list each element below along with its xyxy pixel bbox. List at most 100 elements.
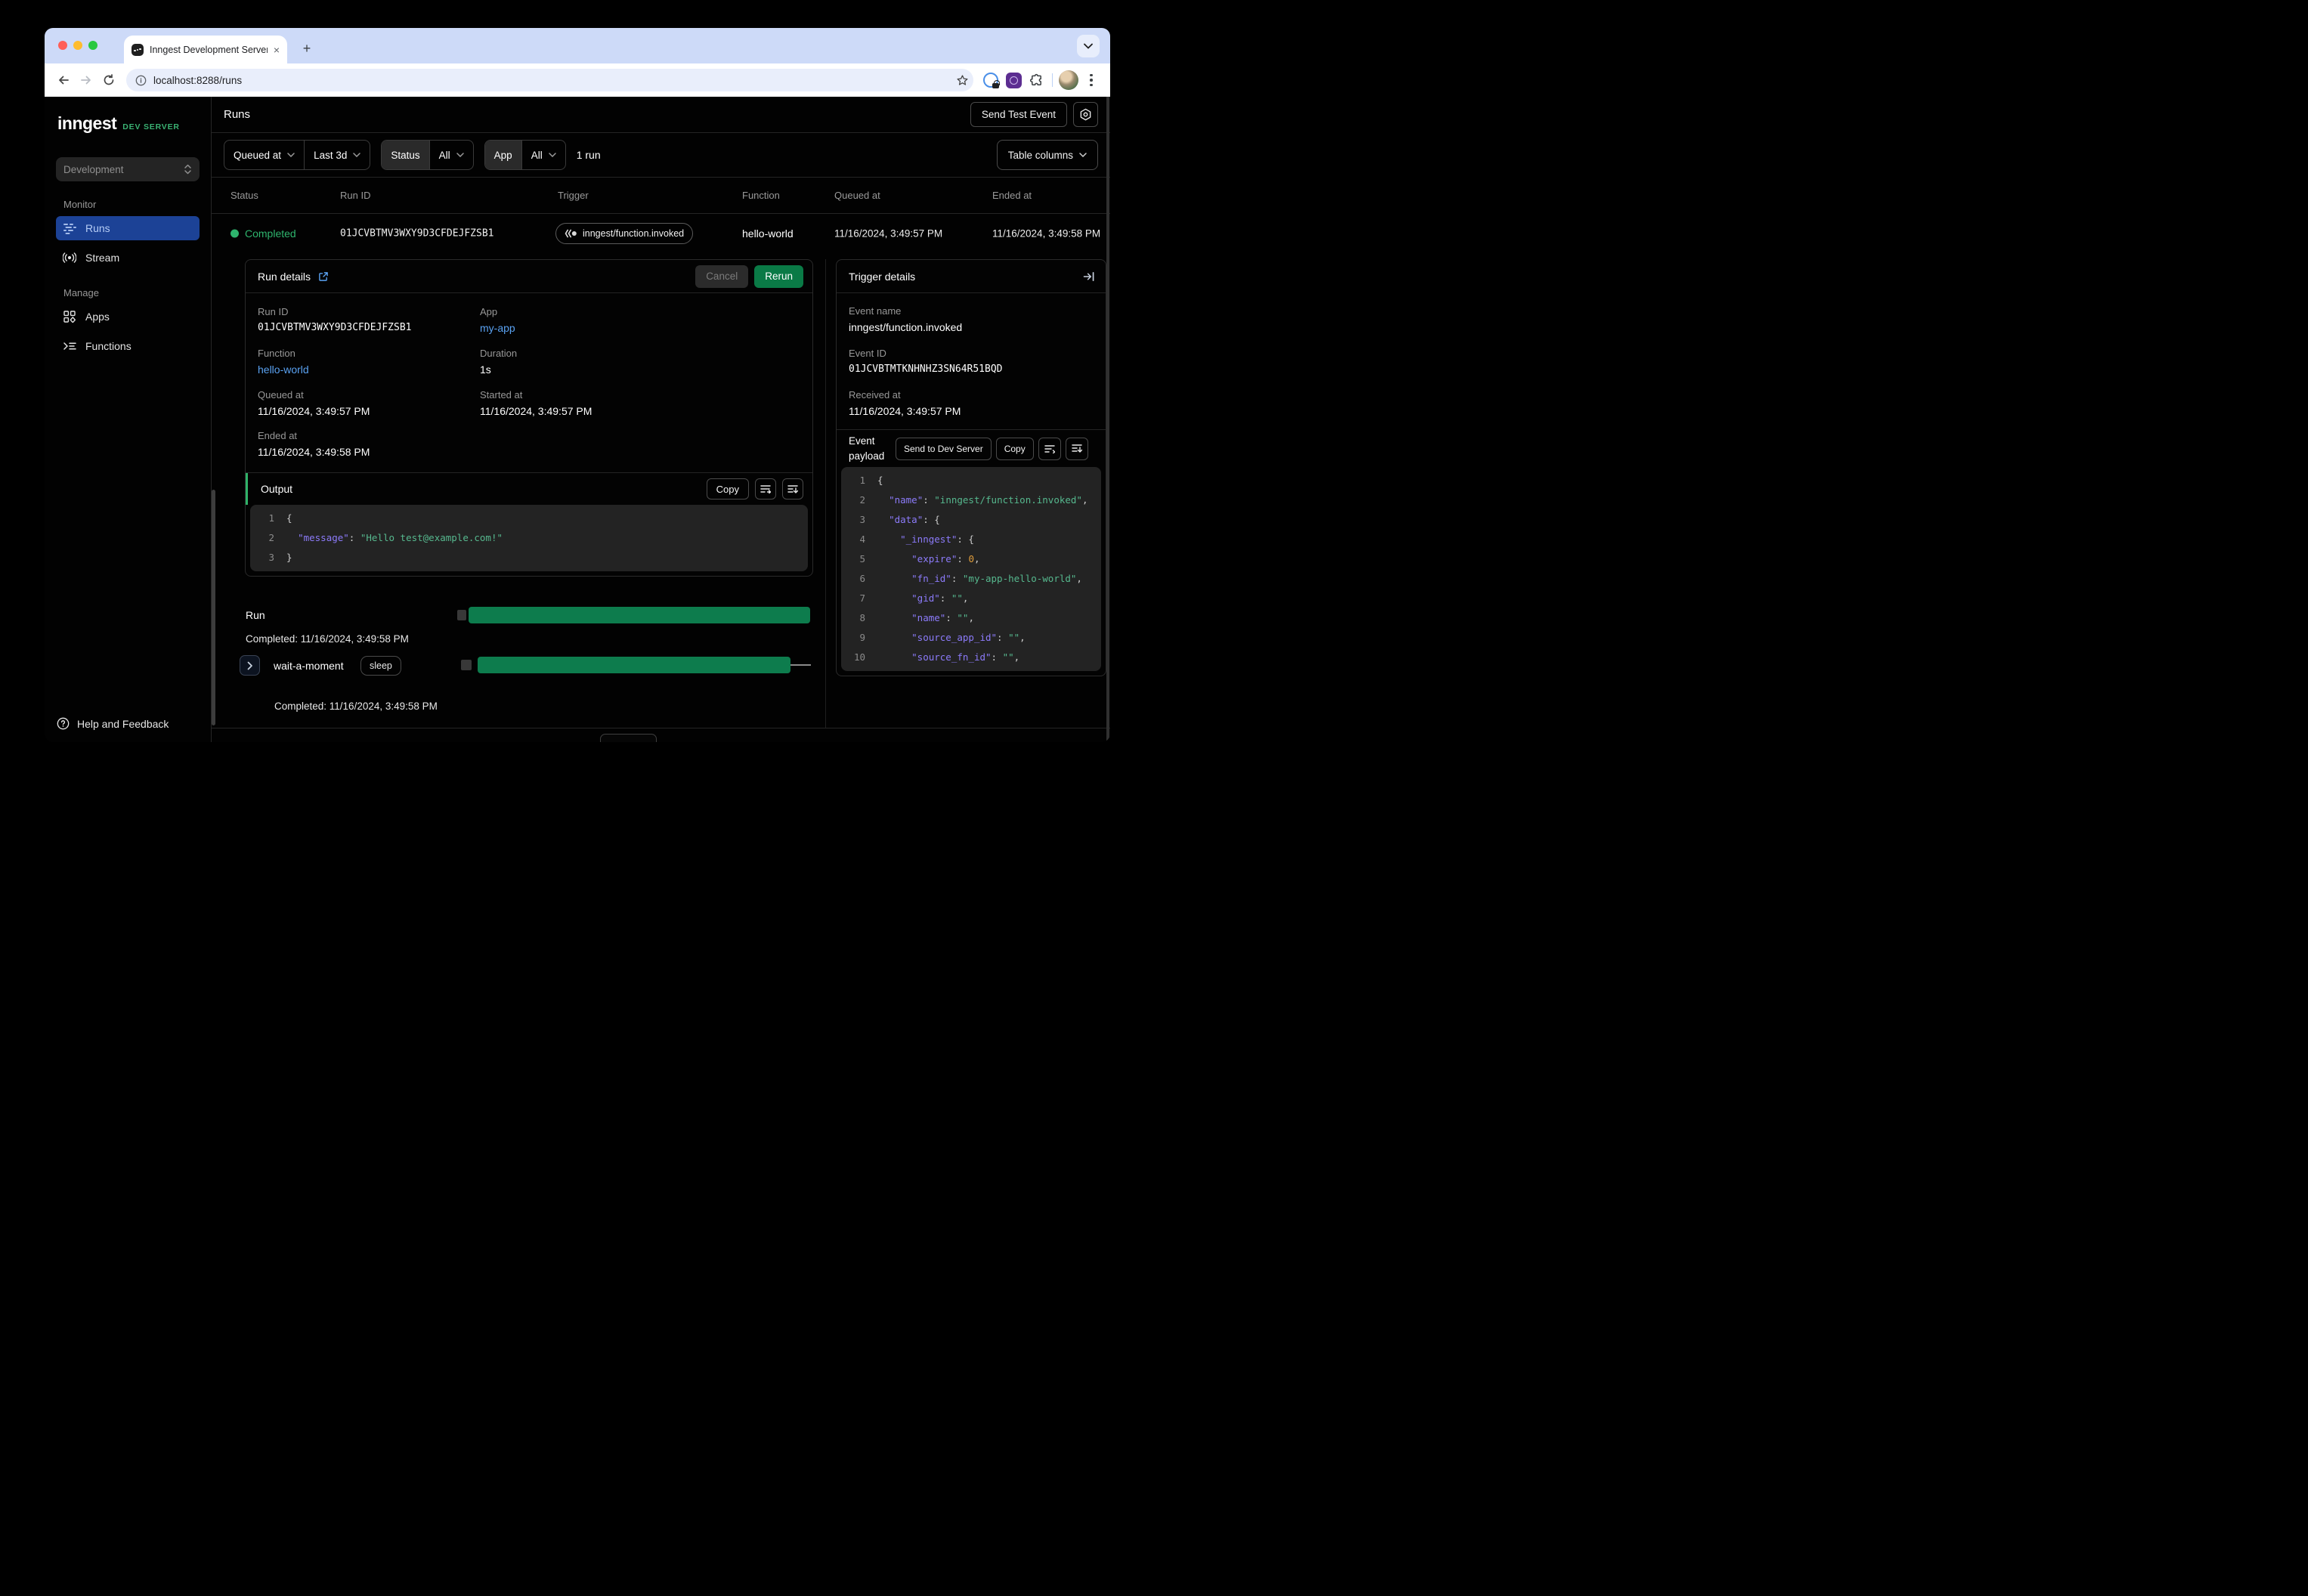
back-button[interactable]	[52, 69, 75, 91]
browser-tab[interactable]: Inngest Development Server ×	[124, 36, 287, 63]
window-controls[interactable]	[58, 41, 97, 50]
page-scrollbar[interactable]	[1106, 97, 1109, 742]
field-event-id: Event ID 01JCVBTMTKNHNHZ3SN64R51BQD	[849, 348, 1003, 375]
toolbar-divider	[1052, 73, 1053, 87]
scroll-to-bottom-button[interactable]	[782, 478, 803, 500]
run-details-title: Run details	[258, 270, 311, 283]
profile-avatar[interactable]	[1057, 69, 1080, 91]
event-payload-label: Event payload	[849, 435, 885, 462]
external-link-icon[interactable]	[318, 271, 329, 282]
payload-scroll-bottom-button[interactable]	[1065, 437, 1088, 460]
code-line: 10 "source_fn_id": "",	[853, 651, 1020, 663]
close-tab-icon[interactable]: ×	[274, 45, 280, 55]
bookmark-star-icon[interactable]	[956, 74, 969, 87]
tab-title: Inngest Development Server	[150, 44, 268, 55]
field-ended-at: Ended at 11/16/2024, 3:49:58 PM	[258, 430, 370, 459]
collapse-panel-icon[interactable]	[1083, 271, 1095, 282]
row-function: hello-world	[742, 227, 794, 240]
trigger-fields: Event name inngest/function.invoked Even…	[837, 293, 1106, 429]
puzzle-icon	[1029, 73, 1041, 85]
minimize-window-button[interactable]	[73, 41, 82, 50]
send-test-event-button[interactable]: Send Test Event	[970, 102, 1067, 127]
browser-menu-button[interactable]	[1080, 69, 1103, 91]
status-filter-select[interactable]: All	[428, 141, 473, 169]
code-line: 6 "fn_id": "my-app-hello-world",	[859, 573, 1082, 584]
trigger-pill[interactable]: inngest/function.invoked	[555, 223, 694, 244]
zoom-window-button[interactable]	[88, 41, 97, 50]
reload-button[interactable]	[97, 69, 120, 91]
time-filter-group: Queued at Last 3d	[224, 140, 371, 170]
expand-step-button[interactable]	[240, 655, 260, 676]
app-filter-value: All	[531, 149, 543, 161]
app-filter-select[interactable]: All	[521, 141, 565, 169]
word-wrap-icon	[1044, 444, 1055, 453]
time-range-filter[interactable]: Last 3d	[304, 141, 370, 169]
forward-arrow-icon	[81, 76, 91, 85]
help-and-feedback[interactable]: Help and Feedback	[57, 717, 169, 730]
password-manager-extension-icon[interactable]	[979, 69, 1002, 91]
sidebar-section-monitor: Monitor	[63, 199, 97, 210]
word-wrap-button[interactable]	[755, 478, 776, 500]
sidebar-item-apps[interactable]: Apps	[56, 305, 200, 329]
run-details-header: Run details Cancel Rerun	[246, 260, 812, 293]
status-filter-value: All	[438, 149, 450, 161]
run-details-panel: Run details Cancel Rerun Run ID 01JCVBTM…	[245, 259, 813, 577]
code-line: 2 "message": "Hello test@example.com!"	[268, 532, 503, 543]
purple-extension-icon[interactable]	[1002, 69, 1025, 91]
site-info-icon[interactable]	[135, 75, 147, 86]
main-scrollbar-thumb[interactable]	[212, 490, 215, 725]
cancel-button[interactable]: Cancel	[695, 264, 749, 288]
function-link[interactable]: hello-world	[258, 363, 480, 376]
code-line: 1{	[268, 512, 292, 524]
extensions-puzzle-icon[interactable]	[1025, 69, 1047, 91]
chevron-down-icon	[456, 153, 464, 157]
copy-payload-button[interactable]: Copy	[995, 437, 1034, 460]
footer-button-partial[interactable]	[600, 734, 657, 742]
table-columns-button[interactable]: Table columns	[996, 140, 1098, 170]
inngest-favicon-icon	[131, 43, 144, 56]
code-line: 5 "expire": 0,	[859, 553, 980, 564]
col-function: Function	[742, 190, 780, 201]
new-tab-button[interactable]: +	[297, 39, 317, 58]
step-type-badge: sleep	[360, 656, 401, 676]
col-queued-at: Queued at	[834, 190, 880, 201]
sidebar-item-label: Stream	[85, 252, 120, 264]
app-link[interactable]: my-app	[480, 322, 800, 334]
help-label: Help and Feedback	[77, 717, 169, 730]
step-duration-bar[interactable]	[478, 657, 790, 673]
forward-button[interactable]	[75, 69, 97, 91]
apps-grid-icon	[63, 311, 76, 323]
code-line: 8 "name": "",	[859, 612, 974, 623]
environment-select[interactable]: Development	[56, 157, 200, 181]
panel-divider	[825, 259, 826, 728]
sidebar-item-runs[interactable]: Runs	[56, 216, 200, 240]
event-icon	[565, 229, 577, 238]
sidebar-item-stream[interactable]: Stream	[56, 246, 200, 270]
sidebar-item-functions[interactable]: Functions	[56, 334, 200, 358]
run-duration-bar[interactable]	[469, 607, 810, 623]
address-bar[interactable]: localhost:8288/runs	[126, 69, 973, 91]
copy-output-button[interactable]: Copy	[706, 478, 749, 500]
output-header: Output Copy	[246, 473, 812, 505]
status-dot-icon	[230, 229, 239, 238]
payload-word-wrap-button[interactable]	[1038, 437, 1061, 460]
rerun-button[interactable]: Rerun	[754, 264, 803, 288]
inngest-logo: inngest	[57, 113, 117, 133]
time-field-filter[interactable]: Queued at	[224, 141, 304, 169]
send-to-dev-server-button[interactable]: Send to Dev Server	[896, 437, 992, 460]
trigger-name: inngest/function.invoked	[583, 228, 685, 239]
desktop: Inngest Development Server × + localhost…	[0, 0, 1154, 798]
step-name[interactable]: wait-a-moment	[274, 660, 344, 672]
tab-search-button[interactable]	[1077, 35, 1100, 57]
event-payload-code-block[interactable]: 1{2 "name": "inngest/function.invoked", 3…	[841, 467, 1101, 671]
output-code-block[interactable]: 1{ 2 "message": "Hello test@example.com!"…	[250, 505, 808, 571]
settings-button[interactable]	[1073, 102, 1098, 127]
table-row[interactable]: Completed 01JCVBTMV3WXY9D3CFDEJFZSB1 inn…	[212, 214, 1110, 253]
timeline-run-label[interactable]: Run	[246, 609, 265, 621]
run-count: 1 run	[576, 149, 601, 161]
sidebar-section-manage: Manage	[63, 287, 99, 298]
step-completed-text: Completed: 11/16/2024, 3:49:58 PM	[274, 701, 438, 712]
close-window-button[interactable]	[58, 41, 67, 50]
col-run-id: Run ID	[340, 190, 371, 201]
code-line: 3 "data": {	[859, 514, 940, 525]
